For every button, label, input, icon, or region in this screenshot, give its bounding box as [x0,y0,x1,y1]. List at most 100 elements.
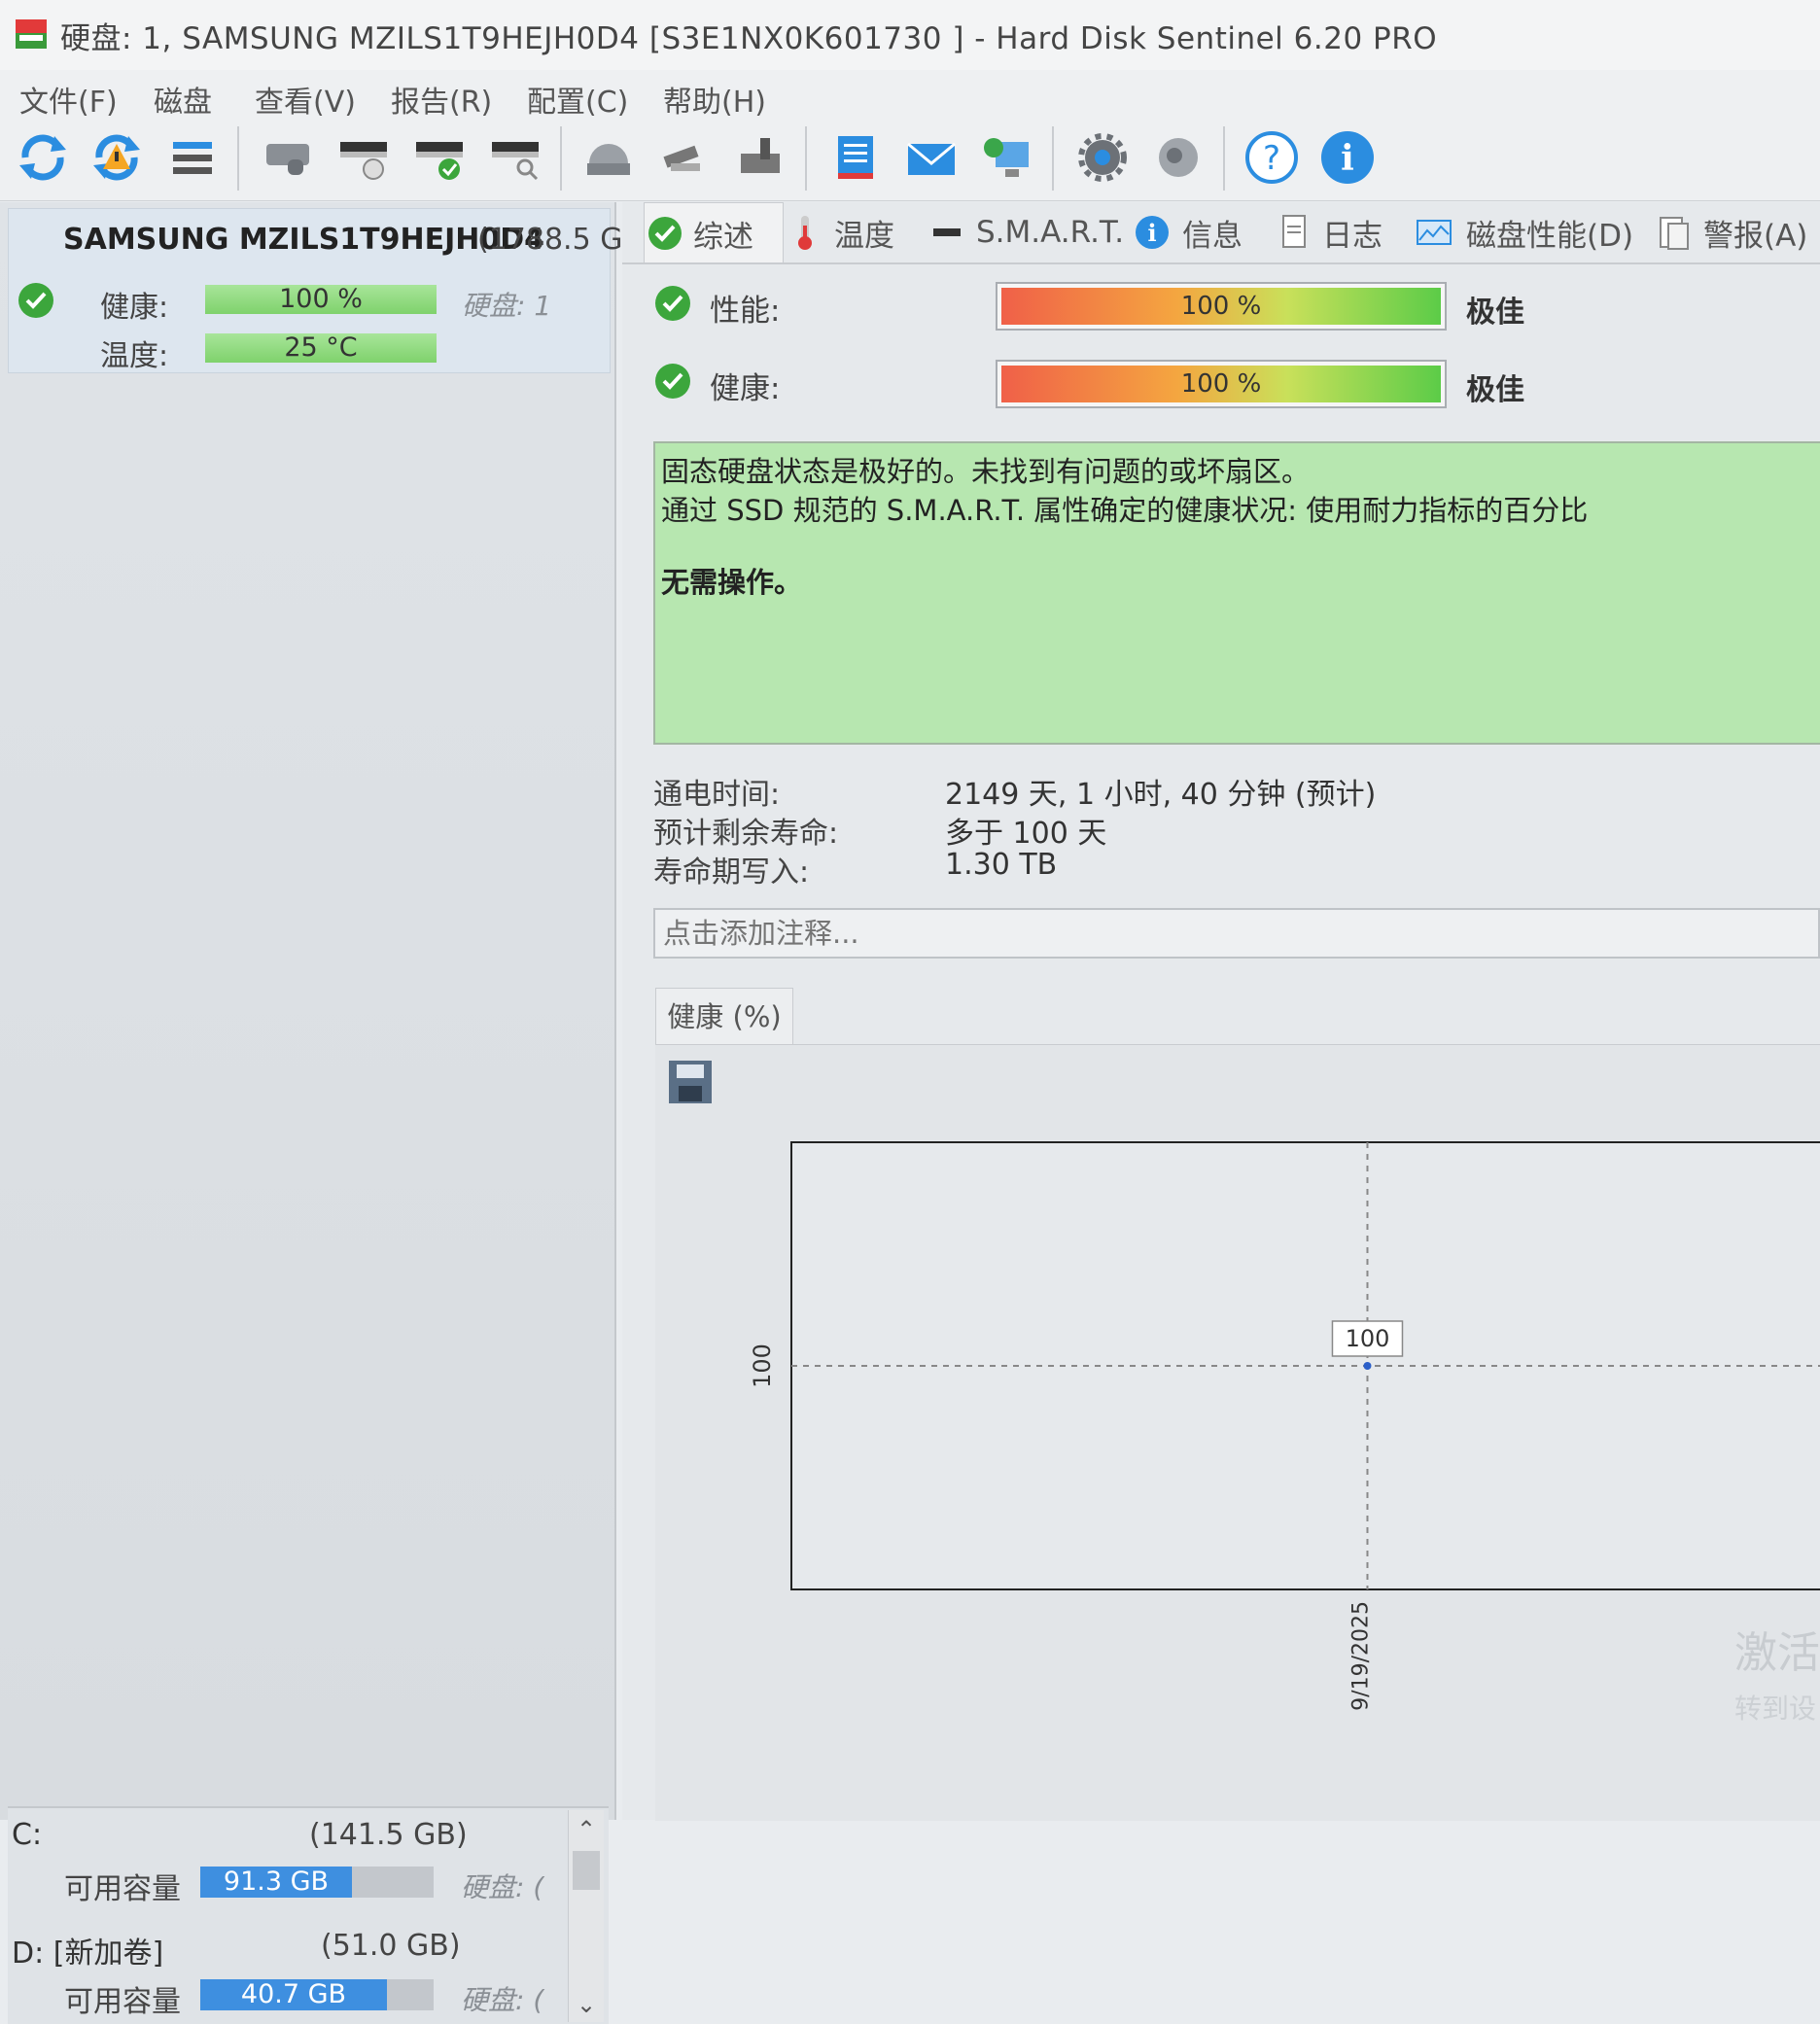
tab-smart[interactable]: S.M.A.R.T. [931,202,1124,262]
lifetime-writes-value: 1.30 TB [945,848,1058,882]
volume-size: (141.5 GB) [309,1818,468,1852]
info-icon[interactable]: i [1316,126,1379,189]
menu-report[interactable]: 报告(R) [391,78,492,121]
refresh-icon[interactable] [12,126,74,189]
data-label: 100 [1346,1325,1390,1352]
health-label: 健康: [710,371,781,406]
status-line: 固态硬盘状态是极好的。未找到有问题的或坏扇区。 [661,455,1311,488]
tab-overview-label: 综述 [693,219,753,255]
health-label: 健康: [100,291,169,325]
remaining-life-value: 多于 100 天 [945,817,1107,851]
power-on-value: 2149 天, 1 小时, 40 分钟 (预计) [945,778,1377,812]
menu-disk[interactable]: 磁盘 [154,78,212,121]
temp-value: 25 °C [284,332,358,363]
tab-health-chart[interactable]: 健康 (%) [655,988,793,1047]
volume-size: (51.0 GB) [321,1929,461,1963]
health-value: 100 % [279,284,363,314]
disk-name: SAMSUNG MZILS1T9HEJH0D4 [63,223,545,257]
performance-value: 100 % [1180,292,1262,321]
svg-text:?: ? [1263,139,1280,178]
health-bar: 100 % [996,360,1447,408]
watermark-text: 激活 W [1734,1628,1820,1678]
comment-input[interactable] [653,908,1820,959]
network-icon[interactable] [976,126,1038,189]
disk-number: 硬盘: 1 [462,290,552,322]
settings-icon[interactable] [1071,126,1134,189]
x-tick-label: 9/19/2025 [1348,1601,1373,1711]
drive-icon[interactable] [729,126,791,189]
tab-log[interactable]: 日志 [1279,202,1382,262]
tab-info[interactable]: i 信息 [1134,202,1242,262]
list-icon[interactable] [161,126,224,189]
check-icon [648,217,682,250]
volume-disk: 硬盘: ( [461,1871,544,1903]
chart-icon [1417,220,1452,245]
free-label: 可用容量 [64,1985,181,2019]
temp-label: 温度: [100,339,169,373]
status-line: 通过 SSD 规范的 S.M.A.R.T. 属性确定的健康状况: 使用耐力指标的… [661,494,1589,527]
remaining-life-label: 预计剩余寿命: [653,817,839,851]
health-rating: 极佳 [1466,373,1524,407]
tab-alerts-label: 警报(A) [1703,218,1808,254]
svg-text:i: i [1147,219,1156,247]
check-icon [653,362,692,401]
temp-bar: 25 °C [205,333,437,363]
sound-icon[interactable] [1147,126,1209,189]
tab-performance[interactable]: 磁盘性能(D) [1416,202,1633,262]
report-icon[interactable] [824,126,887,189]
refresh-warning-icon[interactable] [86,126,148,189]
menu-config[interactable]: 配置(C) [527,78,628,121]
tab-info-label: 信息 [1182,218,1242,254]
scroll-up-icon[interactable]: ⌃ [577,1816,596,1843]
scroll-thumb[interactable] [573,1851,600,1890]
volume-list: C: (141.5 GB) 可用容量 91.3 GB 硬盘: ( D: [新加卷… [8,1806,609,2024]
info-icon: i [1136,216,1169,249]
svg-text:i: i [1341,138,1354,179]
free-space-value: 40.7 GB [240,1979,347,2009]
volume-scrollbar[interactable]: ⌃ ⌄ [568,1810,604,2022]
menu-file[interactable]: 文件(F) [19,78,118,121]
window-title: 硬盘: 1, SAMSUNG MZILS1T9HEJH0D4 [S3E1NX0K… [60,21,1438,56]
free-space-fill: 91.3 GB [200,1867,352,1898]
free-space-fill: 40.7 GB [200,1979,387,2010]
mail-icon[interactable] [900,126,962,189]
disk-card[interactable]: SAMSUNG MZILS1T9HEJH0D4 (1788.5 GB) 健康: … [8,208,654,373]
health-value: 100 % [1180,369,1262,399]
volume-name: D: [新加卷] [12,1937,164,1971]
disk-list-panel: SAMSUNG MZILS1T9HEJH0D4 (1788.5 GB) 健康: … [0,202,654,2024]
health-bar: 100 % [205,285,437,314]
alert-document-icon [1660,217,1689,250]
tab-log-label: 日志 [1322,218,1382,254]
menu-view[interactable]: 查看(V) [255,78,356,121]
check-icon [653,284,692,323]
app-icon [14,14,49,52]
title-bar: 硬盘: 1, SAMSUNG MZILS1T9HEJH0D4 [S3E1NX0K… [0,0,1820,71]
free-space-bar: 91.3 GB [200,1867,434,1898]
hdd-icon[interactable] [578,126,640,189]
volume-disk: 硬盘: ( [461,1984,544,2016]
menu-help[interactable]: 帮助(H) [663,78,766,121]
tab-overview[interactable]: 综述 [644,202,784,263]
action-text: 无需操作。 [661,566,803,599]
lifetime-writes-label: 寿命期写入: [653,855,810,890]
volume-name: C: [12,1818,43,1852]
tab-performance-label: 磁盘性能(D) [1466,218,1634,254]
tab-temperature-label: 温度 [834,218,894,254]
disk-check-icon[interactable] [408,126,471,189]
document-icon [1282,215,1306,248]
tab-temperature[interactable]: 温度 [789,202,894,262]
y-tick-label: 100 [749,1344,776,1388]
help-icon[interactable]: ? [1241,126,1303,189]
test-icon[interactable] [653,126,716,189]
tab-alerts[interactable]: 警报(A) [1657,202,1807,262]
data-point [1363,1362,1372,1370]
disk-icon[interactable] [257,126,319,189]
watermark-subtext: 转到设 [1734,1692,1816,1725]
disk-clock-icon[interactable] [332,126,395,189]
tab-smart-label: S.M.A.R.T. [976,215,1125,250]
disk-search-icon[interactable] [484,126,546,189]
scroll-down-icon[interactable]: ⌄ [577,1991,596,2018]
performance-bar: 100 % [996,282,1447,331]
status-box: 固态硬盘状态是极好的。未找到有问题的或坏扇区。 通过 SSD 规范的 S.M.A… [653,441,1820,745]
toolbar: ? i [0,119,1820,201]
